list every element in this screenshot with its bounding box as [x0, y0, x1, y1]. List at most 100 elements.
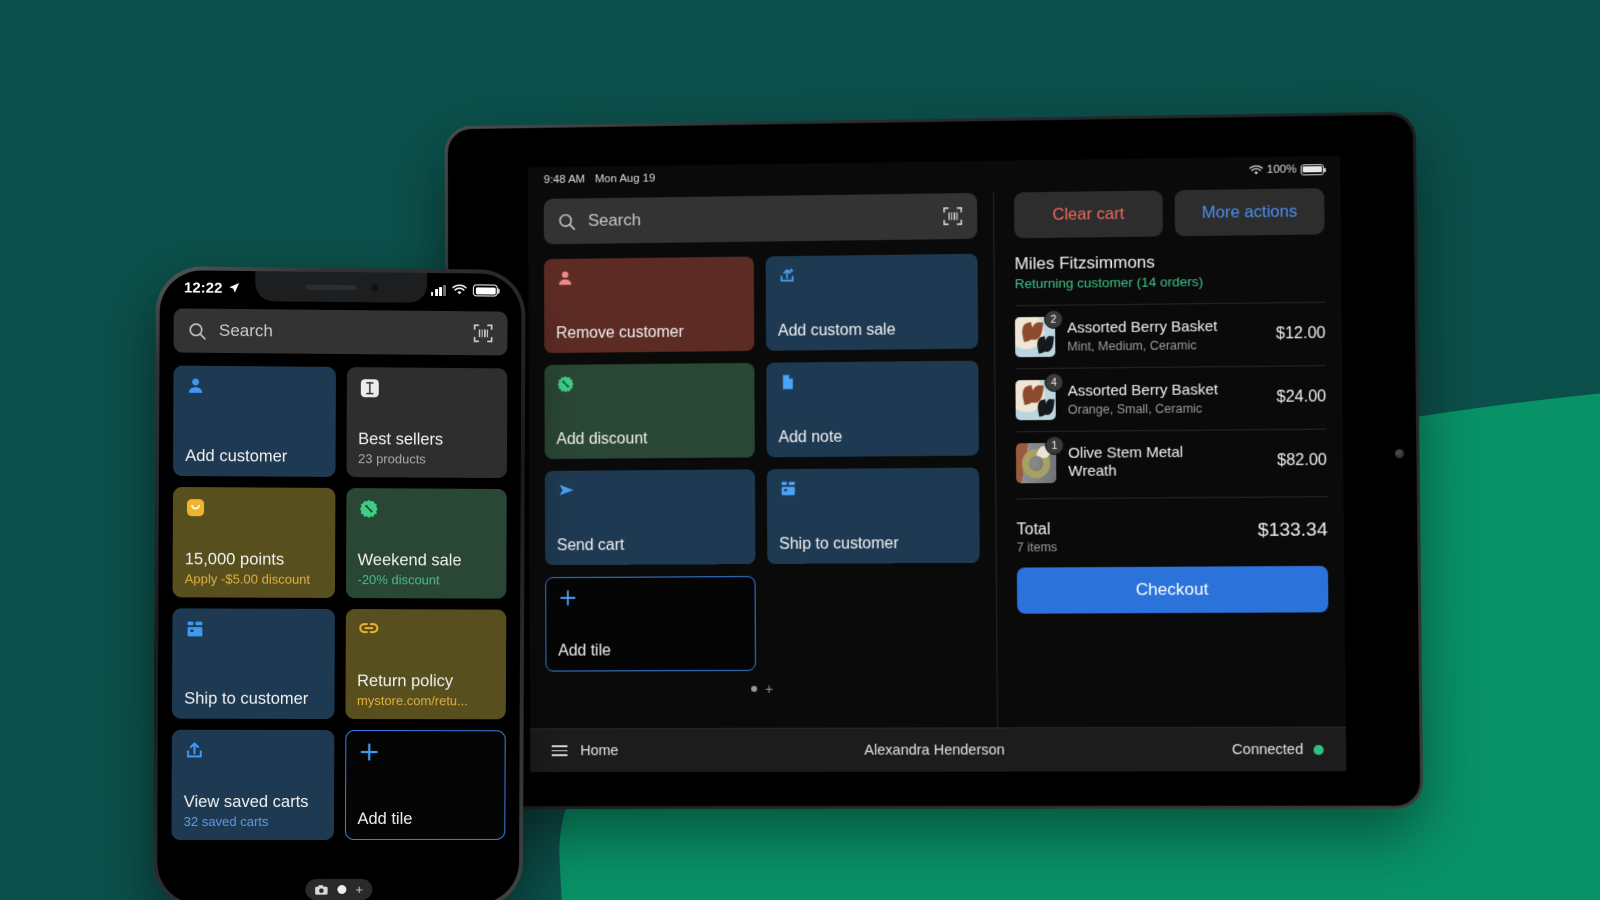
line-item-quantity-badge: 4	[1044, 372, 1064, 392]
line-item-price: $12.00	[1275, 324, 1326, 343]
barcode-scan-icon[interactable]	[942, 206, 963, 226]
note-icon	[778, 372, 797, 391]
tile-label: Return policy	[357, 672, 454, 691]
phone-status-bar: 12:22	[160, 270, 522, 308]
tile-ship-to-customer[interactable]: Ship to customer	[766, 467, 980, 564]
connection-status: Connected	[1232, 741, 1324, 758]
tablet-search-bar[interactable]: Search	[543, 192, 978, 245]
upload-icon	[184, 740, 205, 761]
shipping-icon	[184, 618, 205, 639]
search-icon	[188, 321, 207, 340]
phone-tile-add-customer[interactable]: Add customer	[173, 365, 336, 477]
tablet-status-date: Mon Aug 19	[594, 172, 656, 186]
add-button[interactable]: +	[355, 882, 363, 897]
checkout-button[interactable]: Checkout	[1016, 565, 1329, 614]
total-label: Total	[1016, 521, 1051, 539]
cart-line-item[interactable]: 2 Assorted Berry Basket Mint, Medium, Ce…	[1014, 301, 1326, 369]
tile-add-tile[interactable]: Add tile	[545, 576, 757, 672]
cart-customer[interactable]: Miles Fitzsimmons Returning customer (14…	[1014, 250, 1325, 292]
add-upload-icon	[778, 266, 797, 285]
more-actions-button[interactable]: More actions	[1174, 188, 1325, 237]
tablet-home-button[interactable]	[1394, 449, 1405, 459]
tile-label: 15,000 points	[184, 550, 285, 570]
phone-tile-loyalty-points[interactable]: 15,000 points Apply -$5.00 discount	[172, 486, 335, 598]
tablet-tile-grid: Remove customer Add custom sale Add disc…	[543, 253, 981, 672]
phone-tile-add-tile[interactable]: Add tile	[344, 730, 506, 841]
tile-label: Send cart	[556, 536, 625, 554]
page-dot[interactable]	[751, 685, 758, 692]
send-icon	[557, 481, 577, 500]
scene-background: 9:48 AM Mon Aug 19 100% Search Remove cu…	[0, 0, 1600, 900]
tablet-cart-panel: Clear cart More actions Miles Fitzsimmon…	[994, 182, 1346, 727]
tile-label: Add tile	[357, 809, 413, 828]
tablet-battery-percent: 100%	[1266, 163, 1297, 176]
tablet-device: 9:48 AM Mon Aug 19 100% Search Remove cu…	[444, 111, 1424, 810]
search-icon	[558, 212, 577, 231]
cellular-signal-icon	[430, 284, 447, 296]
line-item-thumbnail-wrap: 2	[1014, 309, 1064, 358]
tile-label: Weekend sale	[357, 551, 462, 570]
phone-tile-ship-to-customer[interactable]: Ship to customer	[171, 608, 335, 719]
person-icon	[556, 269, 575, 288]
tile-label: Ship to customer	[779, 534, 899, 553]
phone-search-bar[interactable]: Search	[173, 308, 508, 356]
tablet-tiles-panel: Search Remove customer Add custom sale A…	[528, 187, 997, 729]
add-page-button[interactable]: +	[765, 681, 773, 697]
line-item-title: Olive Stem Metal Wreath	[1068, 444, 1184, 480]
tile-label: Add tile	[558, 642, 611, 660]
record-dot[interactable]	[337, 884, 347, 895]
line-item-title: Assorted Berry Basket	[1067, 318, 1218, 337]
location-arrow-icon	[228, 282, 240, 294]
phone-status-time: 12:22	[183, 278, 223, 297]
phone-tile-return-policy[interactable]: Return policy mystore.com/retu...	[344, 609, 507, 720]
barcode-scan-icon[interactable]	[473, 323, 494, 343]
tablet-footer-bar: Home Alexandra Henderson Connected	[529, 726, 1347, 773]
line-item-quantity-badge: 1	[1044, 435, 1065, 456]
tablet-status-time: 9:48 AM	[543, 173, 586, 187]
camera-icon[interactable]	[314, 884, 328, 896]
home-label: Home	[580, 742, 619, 759]
phone-tile-weekend-sale[interactable]: Weekend sale -20% discount	[345, 488, 507, 599]
phone-search-placeholder: Search	[218, 320, 273, 341]
customer-status: Returning customer (14 orders)	[1014, 274, 1204, 292]
battery-icon	[472, 284, 498, 297]
phone-device: 12:22 Search Add customer Best sellers 2…	[153, 266, 526, 900]
plus-icon	[358, 741, 380, 763]
tile-sublabel: -20% discount	[357, 572, 440, 588]
battery-icon	[1300, 163, 1325, 175]
phone-tile-grid: Add customer Best sellers 23 products 15…	[171, 365, 508, 841]
tile-add-discount[interactable]: Add discount	[544, 362, 755, 460]
tile-label: Add discount	[556, 430, 648, 448]
tile-label: Add custom sale	[777, 321, 896, 340]
tile-label: Add note	[778, 428, 843, 446]
plus-icon	[558, 588, 578, 608]
cart-total-row: Total 7 items $133.34	[1016, 519, 1327, 554]
wifi-icon	[1249, 164, 1263, 175]
phone-screen: Search Add customer Best sellers 23 prod…	[157, 304, 521, 841]
tile-send-cart[interactable]: Send cart	[544, 469, 756, 566]
loyalty-icon	[185, 497, 206, 518]
cart-line-item[interactable]: 4 Assorted Berry Basket Orange, Small, C…	[1015, 365, 1327, 432]
wifi-icon	[452, 284, 467, 296]
customer-name: Miles Fitzsimmons	[1014, 252, 1155, 274]
phone-floating-pill: +	[305, 878, 372, 900]
cart-action-buttons: Clear cart More actions	[1014, 188, 1325, 239]
phone-tile-view-saved-carts[interactable]: View saved carts 32 saved carts	[171, 729, 334, 841]
tile-label: Best sellers	[358, 430, 444, 450]
line-item-title: Assorted Berry Basket	[1067, 381, 1219, 400]
home-nav-button[interactable]: Home	[551, 742, 619, 759]
discount-icon	[358, 498, 379, 519]
footer-user-name: Alexandra Henderson	[864, 741, 1005, 759]
shipping-icon	[779, 479, 798, 498]
tile-label: Remove customer	[556, 323, 684, 342]
tile-remove-customer[interactable]: Remove customer	[543, 256, 755, 354]
cart-line-items: 2 Assorted Berry Basket Mint, Medium, Ce…	[1014, 301, 1328, 500]
tile-sublabel: Apply -$5.00 discount	[184, 571, 311, 588]
phone-tile-best-sellers[interactable]: Best sellers 23 products	[345, 367, 508, 479]
tile-add-note[interactable]: Add note	[766, 360, 979, 458]
tile-add-custom-sale[interactable]: Add custom sale	[765, 253, 979, 351]
clear-cart-button[interactable]: Clear cart	[1014, 190, 1163, 239]
tile-label: View saved carts	[183, 793, 309, 812]
cart-line-item[interactable]: 1 Olive Stem Metal Wreath $82.00	[1015, 428, 1328, 495]
line-item-price: $82.00	[1277, 451, 1327, 470]
